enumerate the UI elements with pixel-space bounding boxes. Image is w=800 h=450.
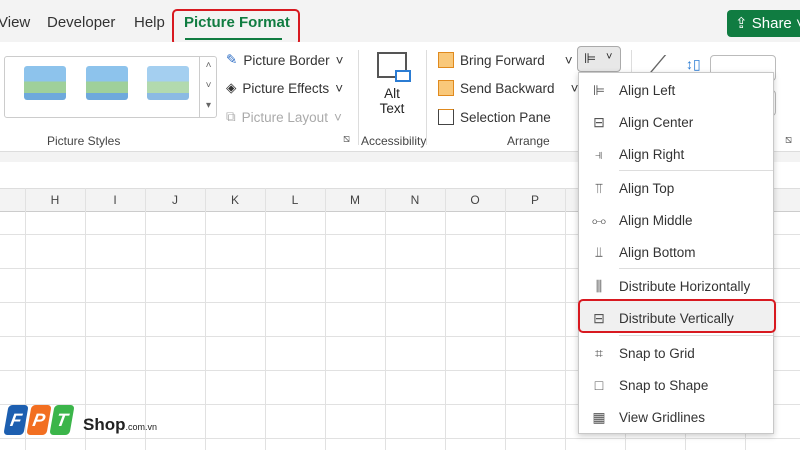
menu-separator xyxy=(619,335,773,336)
column-header[interactable]: H xyxy=(25,193,85,207)
tab-developer[interactable]: Developer xyxy=(47,14,115,31)
eraser-icon: ◈ xyxy=(226,80,237,95)
highlight-box-tab xyxy=(172,9,300,46)
share-icon: ⇪ xyxy=(735,15,752,32)
bring-forward-button[interactable]: Bring Forward ˅ xyxy=(438,52,573,68)
column-header[interactable]: N xyxy=(385,193,445,207)
pen-icon: ✎ xyxy=(226,52,238,67)
selection-pane-button[interactable]: Selection Pane xyxy=(438,109,551,125)
share-button[interactable]: ⇪ Share ˅ xyxy=(727,10,800,37)
column-header[interactable]: O xyxy=(445,193,505,207)
divider xyxy=(358,50,359,145)
menu-item-align-top[interactable]: ⫪ Align Top xyxy=(579,173,773,203)
menu-item-distribute-vertically[interactable]: ⊟ Distribute Vertically xyxy=(579,303,773,333)
selection-pane-icon xyxy=(438,109,454,125)
bring-forward-icon xyxy=(438,52,454,68)
menu-item-distribute-horizontally[interactable]: ⫼ Distribute Horizontally xyxy=(579,271,773,301)
picture-border-button[interactable]: ✎ Picture Border ˅ xyxy=(226,52,344,68)
picture-style-thumb[interactable] xyxy=(147,66,189,100)
menu-separator xyxy=(619,170,773,171)
divider xyxy=(426,50,427,145)
align-right-icon: ⫣ xyxy=(594,145,604,162)
snap-to-shape-icon: □ xyxy=(594,377,604,393)
picture-style-thumb[interactable] xyxy=(24,66,66,100)
picture-layout-button[interactable]: ⧉ Picture Layout ˅ xyxy=(226,109,342,125)
group-label: Picture Styles xyxy=(47,134,121,148)
send-backward-button[interactable]: Send Backward ˅ xyxy=(438,80,578,96)
align-middle-icon: ⧟ xyxy=(592,211,606,228)
layout-icon: ⧉ xyxy=(226,109,236,124)
ribbon-tabs: View Developer Help Picture Format xyxy=(0,0,800,42)
picture-effects-button[interactable]: ◈ Picture Effects ˅ xyxy=(226,80,343,96)
menu-item-view-gridlines[interactable]: ▦ View Gridlines xyxy=(579,402,773,432)
menu-item-snap-to-shape[interactable]: □ Snap to Shape xyxy=(579,370,773,400)
picture-style-thumb[interactable] xyxy=(86,66,128,100)
menu-item-align-middle[interactable]: ⧟ Align Middle xyxy=(579,205,773,235)
align-left-icon: ⊫ xyxy=(584,50,597,66)
snap-to-grid-icon: ⌗ xyxy=(595,344,603,361)
dialog-launcher-icon[interactable]: ⧅ xyxy=(343,133,350,146)
menu-item-snap-to-grid[interactable]: ⌗ Snap to Grid xyxy=(579,338,773,368)
column-header[interactable]: K xyxy=(205,193,265,207)
column-header[interactable]: L xyxy=(265,193,325,207)
group-label: Arrange xyxy=(507,134,550,148)
fptshop-logo: FPT Shop.com.vn xyxy=(3,405,157,435)
menu-item-align-right[interactable]: ⫣ Align Right xyxy=(579,139,773,169)
menu-item-align-left[interactable]: ⊫ Align Left xyxy=(579,75,773,105)
column-header[interactable]: M xyxy=(325,193,385,207)
align-top-icon: ⫪ xyxy=(595,179,603,196)
gallery-scroll[interactable]: ˄ ˅ ▾ xyxy=(199,56,217,118)
tab-help[interactable]: Help xyxy=(134,14,165,31)
send-backward-icon xyxy=(438,80,454,96)
align-dropdown-button[interactable]: ⊫ ˅ xyxy=(577,46,621,72)
menu-item-align-center[interactable]: ⊟ Align Center xyxy=(579,107,773,137)
column-header[interactable]: P xyxy=(505,193,565,207)
active-tab-underline xyxy=(185,38,282,40)
alt-text-icon xyxy=(377,52,411,82)
menu-separator xyxy=(619,268,773,269)
column-header[interactable]: J xyxy=(145,193,205,207)
menu-item-align-bottom[interactable]: ⫫ Align Bottom xyxy=(579,237,773,267)
distribute-vertically-icon: ⊟ xyxy=(593,309,605,326)
view-gridlines-icon: ▦ xyxy=(592,408,606,425)
alt-text-button[interactable]: Alt Text xyxy=(370,52,414,116)
group-label: Accessibility xyxy=(361,134,427,148)
column-header[interactable]: I xyxy=(85,193,145,207)
align-center-icon: ⊟ xyxy=(593,113,605,130)
dialog-launcher-icon[interactable]: ⧅ xyxy=(785,134,792,147)
align-left-icon: ⊫ xyxy=(592,81,606,98)
distribute-horizontally-icon: ⫼ xyxy=(595,277,603,294)
align-bottom-icon: ⫫ xyxy=(595,243,603,260)
tab-view[interactable]: View xyxy=(0,14,30,31)
height-icon: ↕▯ xyxy=(686,56,701,72)
